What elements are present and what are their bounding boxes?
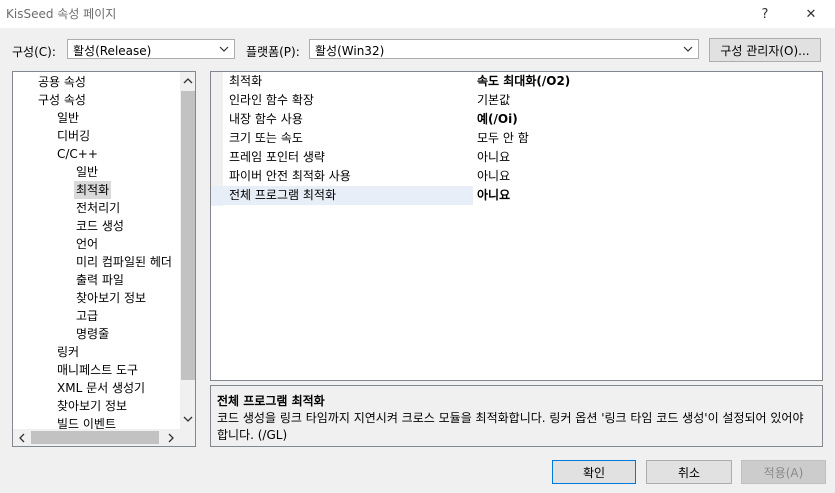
property-row[interactable]: 전체 프로그램 최적화 아니요: [211, 186, 822, 205]
property-name: 크기 또는 속도: [229, 131, 303, 145]
platform-select[interactable]: 활성(Win32): [309, 39, 699, 59]
tree-item[interactable]: 찾아보기 정보: [55, 397, 129, 415]
property-value[interactable]: 속도 최대화(/O2): [477, 72, 570, 91]
scroll-up-icon[interactable]: [182, 75, 194, 87]
tree-item[interactable]: XML 문서 생성기: [55, 379, 147, 397]
property-row[interactable]: 크기 또는 속도 모두 안 함: [211, 129, 822, 148]
property-row[interactable]: 프레임 포인터 생략 아니요: [211, 148, 822, 167]
property-value[interactable]: 아니요: [473, 186, 822, 205]
ok-button[interactable]: 확인: [552, 460, 636, 484]
property-value[interactable]: 기본값: [477, 91, 510, 110]
property-name: 전체 프로그램 최적화: [229, 188, 336, 202]
tree-item[interactable]: 최적화: [74, 181, 112, 199]
description-panel: 전체 프로그램 최적화 코드 생성을 링크 타임까지 지연시켜 크로스 모듈을 …: [210, 385, 823, 447]
close-button[interactable]: ✕: [794, 0, 828, 28]
property-row[interactable]: 내장 함수 사용 예(/Oi): [211, 110, 822, 129]
tree-scroll-thumb[interactable]: [181, 91, 195, 380]
help-button[interactable]: ?: [748, 0, 782, 28]
tree-item[interactable]: 디버깅: [55, 127, 92, 145]
tree-item[interactable]: 매니페스트 도구: [55, 361, 140, 379]
property-grid: 최적화 속도 최대화(/O2) 인라인 함수 확장 기본값내장 함수 사용 예(/Oi)…: [210, 71, 823, 381]
property-name: 최적화: [229, 74, 263, 88]
property-name: 프레임 포인터 생략: [229, 150, 325, 164]
property-name: 내장 함수 사용: [229, 112, 303, 126]
help-icon: ?: [761, 6, 769, 22]
window-title: KisSeed 속성 페이지: [6, 7, 117, 21]
config-manager-button[interactable]: 구성 관리자(O)...: [709, 38, 821, 62]
tree-item[interactable]: 찾아보기 정보: [74, 289, 148, 307]
tree-item[interactable]: C/C++: [55, 145, 100, 163]
scroll-left-icon[interactable]: [16, 432, 28, 444]
title-bar: KisSeed 속성 페이지 ? ✕: [0, 0, 835, 28]
property-row[interactable]: 최적화 속도 최대화(/O2): [211, 72, 822, 91]
scroll-down-icon[interactable]: [182, 413, 194, 425]
tree-item[interactable]: 고급: [74, 307, 100, 325]
apply-button[interactable]: 적용(A): [741, 460, 826, 484]
scroll-right-icon[interactable]: [165, 432, 177, 444]
tree-item[interactable]: 구성 속성: [36, 91, 88, 109]
property-value[interactable]: 모두 안 함: [477, 129, 529, 148]
tree-item[interactable]: 공용 속성: [36, 73, 88, 91]
tree-item[interactable]: 명령줄: [74, 325, 111, 343]
property-row[interactable]: 파이버 안전 최적화 사용 아니요: [211, 167, 822, 186]
chevron-down-icon: [219, 46, 229, 52]
platform-label: 플랫폼(P):: [246, 45, 300, 59]
config-value: 활성(Release): [73, 44, 152, 58]
platform-value: 활성(Win32): [315, 44, 385, 58]
tree-item[interactable]: 전처리기: [74, 199, 122, 217]
cancel-button[interactable]: 취소: [646, 460, 732, 484]
property-row[interactable]: 인라인 함수 확장 기본값: [211, 91, 822, 110]
tree-vertical-scrollbar[interactable]: [180, 72, 195, 429]
close-icon: ✕: [805, 6, 817, 22]
tree-horizontal-scrollbar[interactable]: [13, 429, 195, 446]
property-name: 파이버 안전 최적화 사용: [229, 169, 351, 183]
category-tree[interactable]: 공용 속성 구성 속성 일반 디버깅 C/C++ 일반 최적화 전처리기 코드 생성 언어 미리 컴…: [12, 71, 196, 447]
property-value[interactable]: 아니요: [477, 167, 510, 186]
property-value[interactable]: 아니요: [477, 148, 510, 167]
tree-item[interactable]: 미리 컴파일된 헤더: [74, 253, 174, 271]
tree-hscroll-thumb[interactable]: [31, 431, 159, 444]
description-title: 전체 프로그램 최적화: [217, 394, 325, 408]
tree-item[interactable]: 언어: [74, 235, 100, 253]
property-value[interactable]: 예(/Oi): [477, 110, 518, 129]
config-label: 구성(C):: [12, 45, 56, 59]
config-select[interactable]: 활성(Release): [67, 39, 235, 59]
tree-item[interactable]: 일반: [55, 109, 81, 127]
tree-item[interactable]: 출력 파일: [74, 271, 126, 289]
tree-item[interactable]: 코드 생성: [74, 217, 126, 235]
chevron-down-icon: [683, 46, 693, 52]
tree-item[interactable]: 일반: [74, 163, 100, 181]
description-text: 코드 생성을 링크 타임까지 지연시켜 크로스 모듈을 최적화합니다. 링커 옵…: [217, 411, 804, 442]
tree-item[interactable]: 링커: [55, 343, 81, 361]
property-name: 인라인 함수 확장: [229, 93, 314, 107]
